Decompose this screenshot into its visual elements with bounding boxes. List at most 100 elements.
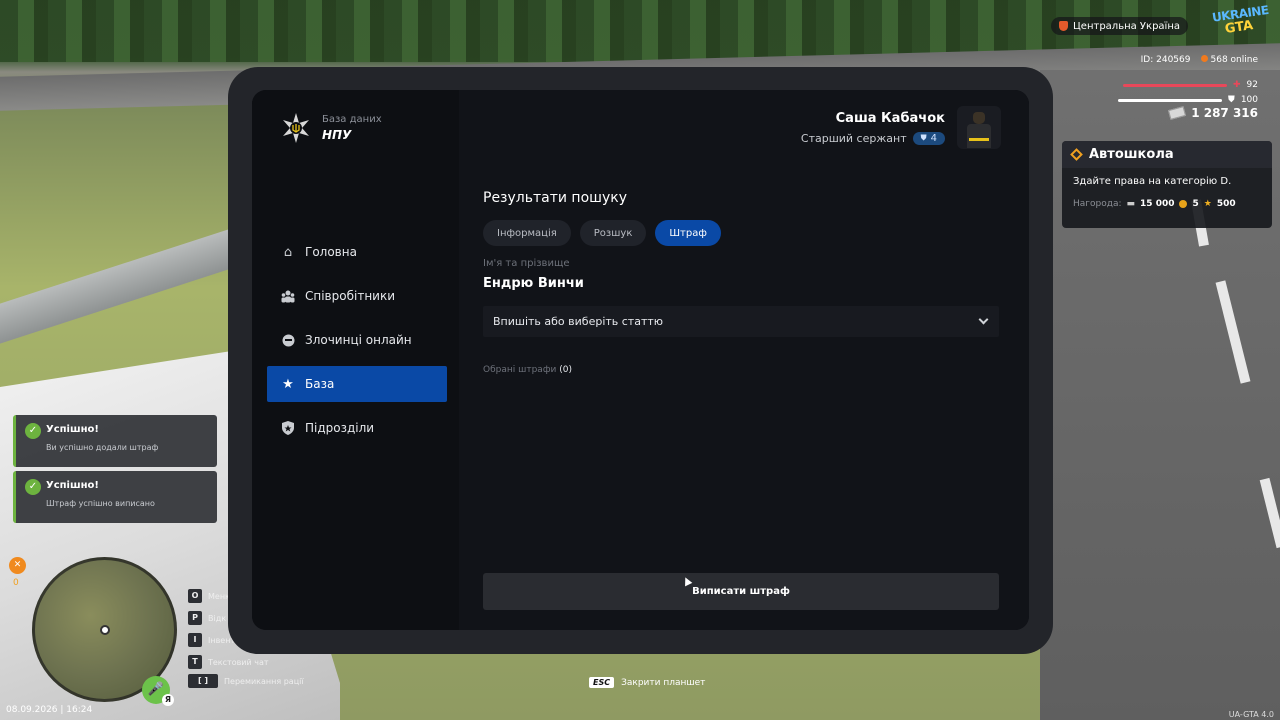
- rank-badge: ⛊ 4: [912, 131, 945, 145]
- armor-row: ⛊ 100: [1118, 95, 1258, 105]
- hotkey-key: O: [188, 589, 202, 603]
- reward-coins: 5: [1192, 199, 1199, 209]
- date-time: 08.09.2026 | 16:24: [6, 705, 93, 715]
- check-icon: ✓: [25, 423, 41, 439]
- health-value: 92: [1246, 80, 1258, 90]
- brand-title: НПУ: [322, 128, 352, 142]
- reward-stars: 500: [1216, 199, 1236, 209]
- coin-icon: [1179, 200, 1188, 208]
- sidebar-item-units[interactable]: Підрозділи: [267, 410, 447, 446]
- page-title: Результати пошуку: [483, 190, 627, 206]
- quest-header: Автошкола: [1062, 141, 1272, 168]
- profile-info: Саша Кабачок Старший сержант ⛊ 4: [801, 111, 945, 145]
- sidebar-item-database[interactable]: ★ База: [267, 366, 447, 402]
- brand: База даних НПУ: [280, 112, 382, 144]
- reward-label: Нагорода:: [1073, 199, 1122, 209]
- hotkey-key: [ ]: [188, 674, 218, 688]
- notification-title: Успішно!: [46, 480, 99, 491]
- avatar: [957, 106, 1001, 149]
- close-tablet-hint[interactable]: ESC Закрити планшет: [589, 677, 705, 688]
- home-icon: ⌂: [283, 244, 293, 260]
- sidebar-item-employees[interactable]: Співробітники: [267, 278, 447, 314]
- online-icon: [1200, 55, 1208, 62]
- notification-title: Успішно!: [46, 424, 99, 435]
- armor-value: 100: [1240, 95, 1258, 105]
- check-icon: ✓: [25, 479, 41, 495]
- tool-icon: ✕: [9, 557, 26, 574]
- tab-information[interactable]: Інформація: [483, 220, 571, 246]
- hotkey-hint: [ ] Перемикання рації: [188, 674, 304, 688]
- officer-rank: Старший сержант: [800, 131, 907, 145]
- brand-subtitle: База даних: [322, 114, 382, 125]
- star-icon: ★: [1203, 199, 1212, 209]
- quest-description: Здайте права на категорію D.: [1073, 176, 1232, 187]
- money-icon: ▬: [1126, 199, 1136, 209]
- sidebar-item-label: Злочинці онлайн: [305, 333, 412, 347]
- suspect-name: Ендрю Винчи: [483, 276, 584, 291]
- tab-wanted[interactable]: Розшук: [579, 220, 647, 246]
- issue-fine-button[interactable]: Виписати штраф: [483, 573, 999, 610]
- tab-fine[interactable]: Штраф: [655, 220, 721, 246]
- quest-reward: Нагорода: ▬ 15 000 5 ★ 500: [1062, 187, 1272, 209]
- avatar-head: [973, 112, 985, 124]
- online-text: 568 online: [1210, 55, 1259, 65]
- hotkey-label: Текстовий чат: [208, 657, 269, 667]
- hotkey-hint: I Інвент: [188, 633, 235, 647]
- quest-panel: Автошкола Здайте права на категорію D. Н…: [1062, 141, 1272, 228]
- quest-title: Автошкола: [1089, 147, 1174, 162]
- notification-success: ✓ Успішно! Ви успішно додали штраф: [13, 415, 217, 467]
- quest-diamond-icon: [1070, 148, 1083, 161]
- sidebar-item-criminals[interactable]: Злочинці онлайн: [267, 322, 447, 358]
- sidebar-item-label: База: [305, 377, 335, 391]
- version-label: UA-GTA 4.0: [1228, 710, 1274, 719]
- armor-icon: ⛊: [1228, 95, 1235, 105]
- region-indicator: Центральна Україна: [1051, 17, 1188, 35]
- notification-success: ✓ Успішно! Штраф успішно виписано: [13, 471, 217, 523]
- chevron-down-icon: [978, 314, 989, 325]
- article-select-placeholder: Впишіть або виберіть статтю: [493, 315, 664, 328]
- selected-fines-count: (0): [559, 365, 572, 375]
- health-row: ✚ 92: [1123, 80, 1258, 90]
- online-count: 568 online: [1200, 55, 1259, 65]
- hotkey-label: Перемикання рації: [224, 676, 304, 686]
- notification-text: Штраф успішно виписано: [46, 499, 155, 508]
- name-field-label: Ім'я та прізвище: [483, 258, 570, 269]
- article-select[interactable]: Впишіть або виберіть статтю: [483, 306, 999, 337]
- hotkey-key: I: [188, 633, 202, 647]
- officer-name: Саша Кабачок: [835, 110, 945, 126]
- notification-text: Ви успішно додали штраф: [46, 443, 159, 452]
- close-tablet-label: Закрити планшет: [621, 677, 706, 688]
- hotkey-hint: T Текстовий чат: [188, 655, 269, 669]
- main-panel: Саша Кабачок Старший сержант ⛊ 4 Результ…: [459, 90, 1029, 630]
- officer-profile: Саша Кабачок Старший сержант ⛊ 4: [801, 106, 1001, 149]
- rank-shield-icon: ⛊: [920, 133, 927, 142]
- result-tabs: Інформація Розшук Штраф: [483, 220, 721, 246]
- game-logo: UKRAINE GTA: [1211, 3, 1269, 40]
- player-id: ID: 240569: [1140, 55, 1191, 65]
- selected-fines: Обрані штрафи (0): [483, 365, 572, 375]
- player-marker-icon: [100, 625, 110, 635]
- hotkey-key: P: [188, 611, 202, 625]
- money-value: 1 287 316: [1191, 106, 1258, 120]
- server-stats: ID: 240569 568 online: [1141, 55, 1258, 65]
- health-bar: [1123, 83, 1227, 87]
- shield-icon: [281, 421, 295, 435]
- reward-money: 15 000: [1140, 199, 1175, 209]
- rank-level: 4: [930, 132, 937, 144]
- mic-badge: Я: [162, 694, 174, 706]
- sidebar-item-home[interactable]: ⌂ Головна: [267, 234, 447, 270]
- selected-fines-label: Обрані штрафи: [483, 365, 557, 375]
- money-display: 1 287 316: [1168, 106, 1258, 120]
- avatar-stripe: [969, 138, 989, 141]
- criminal-icon: [281, 333, 295, 347]
- hotkey-hint: P Відк: [188, 611, 226, 625]
- sidebar-item-label: Підрозділи: [305, 421, 375, 435]
- hotkey-label: Відк: [208, 613, 227, 623]
- region-icon: [1059, 21, 1069, 31]
- sidebar-item-label: Співробітники: [305, 289, 396, 303]
- tablet-screen: База даних НПУ ⌂ Головна Співробітники З…: [252, 90, 1029, 630]
- tool-count: 0: [13, 578, 19, 588]
- sidebar: База даних НПУ ⌂ Головна Співробітники З…: [252, 90, 459, 630]
- hotkey-key: T: [188, 655, 202, 669]
- esc-key: ESC: [589, 677, 615, 688]
